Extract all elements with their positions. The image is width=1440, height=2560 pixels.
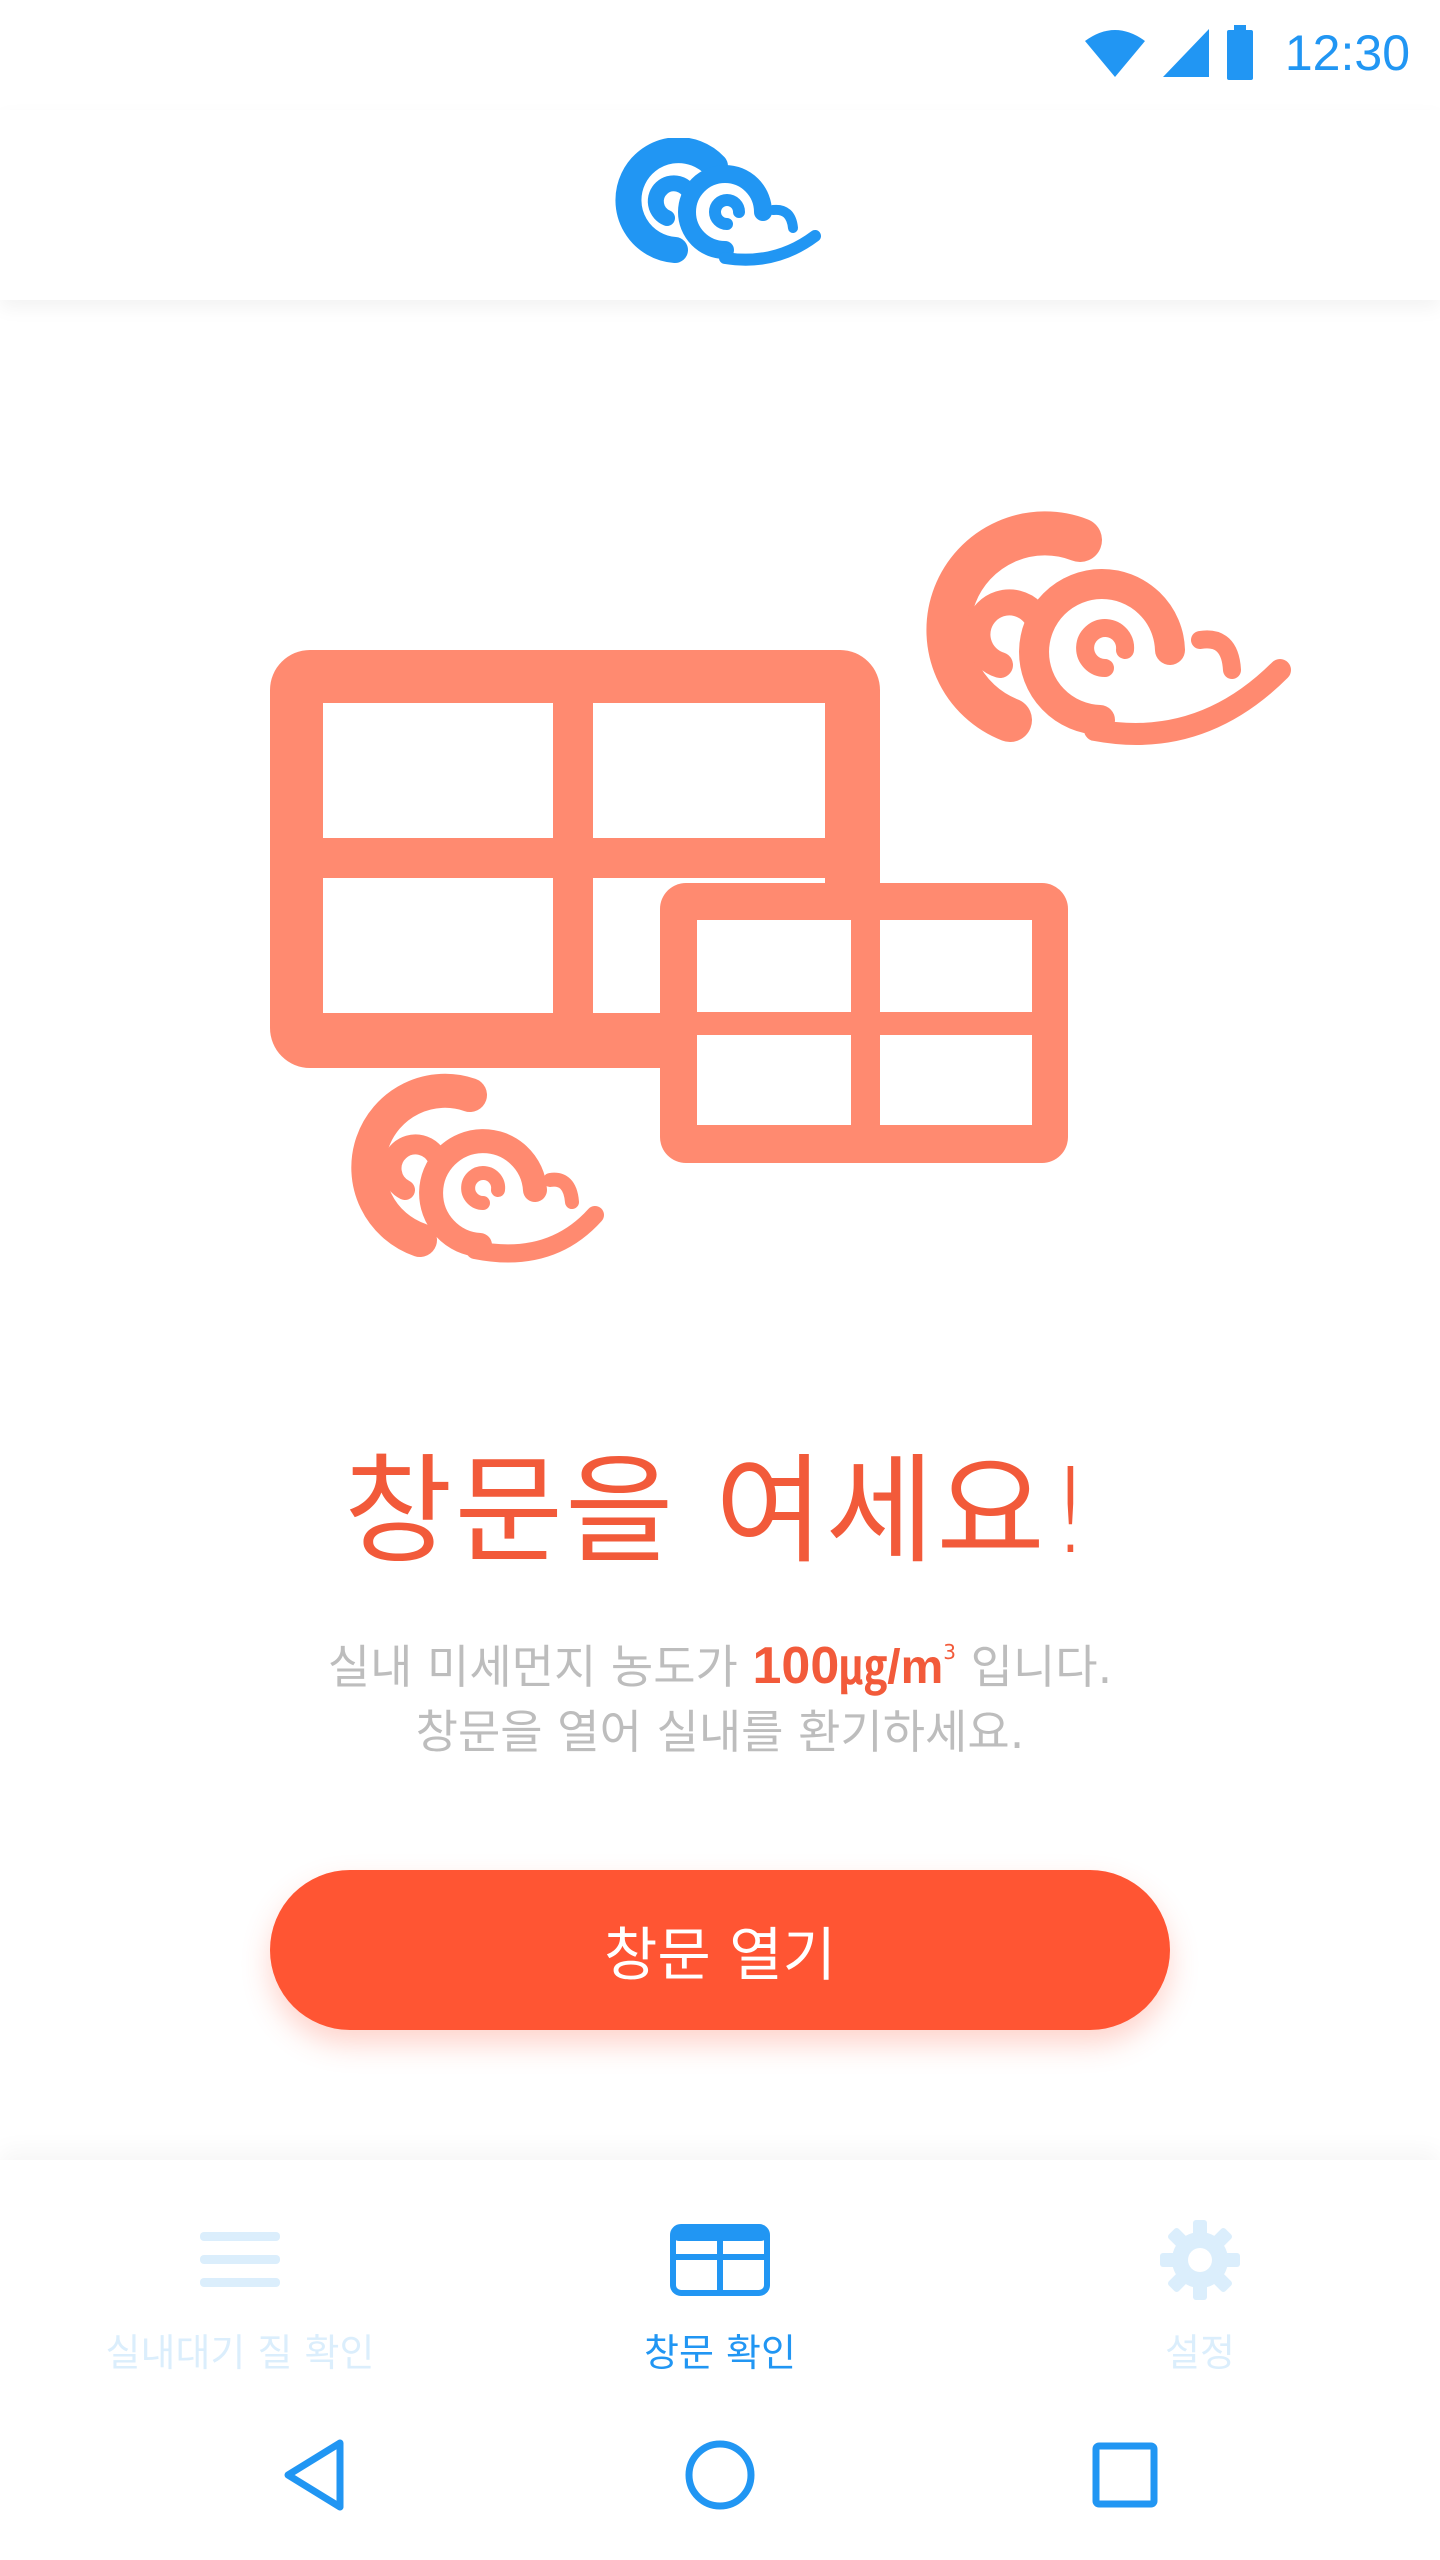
description-prefix: 실내 미세먼지 농도가 bbox=[327, 1640, 738, 1694]
gear-icon bbox=[960, 2215, 1440, 2305]
main-content: 창문을 여세요! 실내 미세먼지 농도가 100㎍/m3 입니다. 창문을 열어… bbox=[0, 300, 1440, 2160]
cell-signal-icon bbox=[1162, 29, 1209, 77]
nav-label-settings: 설정 bbox=[1165, 2331, 1235, 2375]
dust-unit: ㎍/m bbox=[839, 1641, 944, 1694]
small-window-icon bbox=[660, 883, 1068, 1163]
status-bar: 12:30 bbox=[0, 0, 1440, 110]
cloud-logo-icon bbox=[615, 138, 821, 266]
wifi-icon bbox=[1084, 30, 1145, 77]
cloud-icon bbox=[926, 511, 1291, 745]
app-header bbox=[0, 110, 1440, 300]
battery-icon bbox=[1226, 25, 1253, 80]
home-icon[interactable] bbox=[675, 2430, 765, 2520]
nav-item-settings[interactable]: 설정 bbox=[960, 2160, 1440, 2390]
window-nav-icon bbox=[480, 2215, 960, 2305]
open-window-button[interactable]: 창문 열기 bbox=[270, 1870, 1170, 2030]
dust-value: 100 bbox=[752, 1637, 840, 1695]
recents-icon[interactable] bbox=[1080, 2430, 1170, 2520]
description-line-1: 실내 미세먼지 농도가 100㎍/m3 입니다. bbox=[0, 1620, 1440, 1700]
description-suffix: 입니다. bbox=[970, 1640, 1113, 1694]
status-time: 12:30 bbox=[1284, 25, 1410, 81]
nav-label-indoor-air: 실내대기 질 확인 bbox=[105, 2331, 375, 2375]
bottom-nav: 실내대기 질 확인 창문 확인 설정 bbox=[0, 2160, 1440, 2390]
system-nav-bar bbox=[0, 2390, 1440, 2560]
nav-item-window-check[interactable]: 창문 확인 bbox=[480, 2160, 960, 2390]
status-icons: 12:30 bbox=[1083, 18, 1410, 88]
nav-label-window-check: 창문 확인 bbox=[644, 2331, 796, 2375]
menu-icon bbox=[0, 2215, 480, 2305]
description-line-2: 창문을 열어 실내를 환기하세요. bbox=[415, 1705, 1025, 1759]
nav-item-indoor-air[interactable]: 실내대기 질 확인 bbox=[0, 2160, 480, 2390]
back-icon[interactable] bbox=[270, 2430, 360, 2520]
dust-unit-superscript: 3 bbox=[943, 1640, 957, 1664]
open-window-illustration bbox=[270, 511, 1291, 1263]
dust-description: 실내 미세먼지 농도가 100㎍/m3 입니다. 창문을 열어 실내를 환기하세… bbox=[0, 1620, 1440, 1764]
headline: 창문을 여세요! bbox=[343, 1442, 1097, 1580]
cloud-icon-small bbox=[351, 1073, 604, 1263]
